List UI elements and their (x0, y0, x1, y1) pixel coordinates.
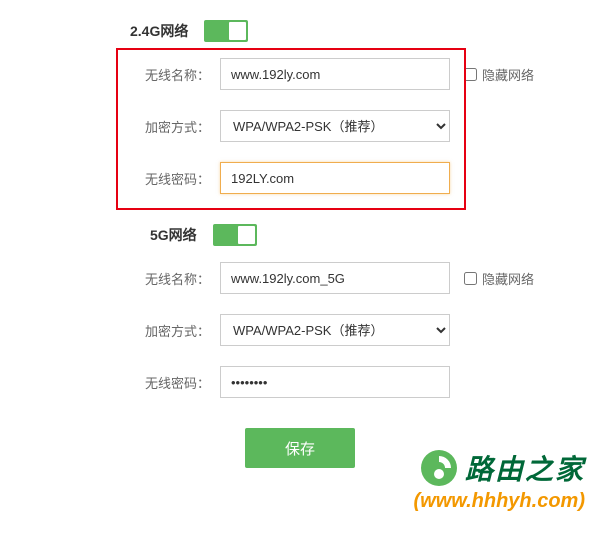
label-24g-hide: 隐藏网络 (482, 65, 534, 84)
toggle-24g[interactable] (204, 20, 248, 42)
input-24g-name[interactable] (220, 58, 450, 90)
label-5g-hide: 隐藏网络 (482, 269, 534, 288)
section-5g-header: 5G网络 (0, 224, 600, 246)
row-5g-name: 无线名称： 隐藏网络 (0, 262, 600, 294)
label-24g-encrypt: 加密方式： (130, 117, 210, 136)
watermark-url: (www.hhhyh.com) (414, 490, 585, 513)
checkbox-24g-hide[interactable] (464, 68, 477, 81)
watermark-brand: 路由之家 (465, 448, 585, 488)
watermark-top: 路由之家 (419, 448, 585, 488)
section-24g-title: 2.4G网络 (130, 21, 188, 41)
row-5g-password: 无线密码： (0, 366, 600, 398)
watermark: 路由之家 (www.hhhyh.com) (414, 448, 585, 513)
input-5g-password[interactable] (220, 366, 450, 398)
select-5g-encrypt[interactable]: WPA/WPA2-PSK（推荐） (220, 314, 450, 346)
save-button[interactable]: 保存 (245, 428, 355, 468)
label-24g-password: 无线密码： (130, 169, 210, 188)
label-5g-name: 无线名称： (130, 269, 210, 288)
row-24g-password: 无线密码： (0, 162, 600, 194)
hide-5g-group: 隐藏网络 (464, 269, 534, 288)
toggle-5g[interactable] (213, 224, 257, 246)
row-24g-encrypt: 加密方式： WPA/WPA2-PSK（推荐） (0, 110, 600, 142)
row-24g-name: 无线名称： 隐藏网络 (0, 58, 600, 90)
section-24g: 2.4G网络 无线名称： 隐藏网络 加密方式： WPA/WPA2-PSK（推荐）… (0, 20, 600, 194)
row-5g-encrypt: 加密方式： WPA/WPA2-PSK（推荐） (0, 314, 600, 346)
label-5g-encrypt: 加密方式： (130, 321, 210, 340)
hide-24g-group: 隐藏网络 (464, 65, 534, 84)
section-5g: 5G网络 无线名称： 隐藏网络 加密方式： WPA/WPA2-PSK（推荐） 无… (0, 224, 600, 398)
section-5g-title: 5G网络 (150, 225, 197, 245)
input-24g-password[interactable] (220, 162, 450, 194)
router-logo-icon (419, 448, 459, 488)
select-24g-encrypt[interactable]: WPA/WPA2-PSK（推荐） (220, 110, 450, 142)
section-24g-header: 2.4G网络 (0, 20, 600, 42)
checkbox-5g-hide[interactable] (464, 272, 477, 285)
input-5g-name[interactable] (220, 262, 450, 294)
label-24g-name: 无线名称： (130, 65, 210, 84)
label-5g-password: 无线密码： (130, 373, 210, 392)
